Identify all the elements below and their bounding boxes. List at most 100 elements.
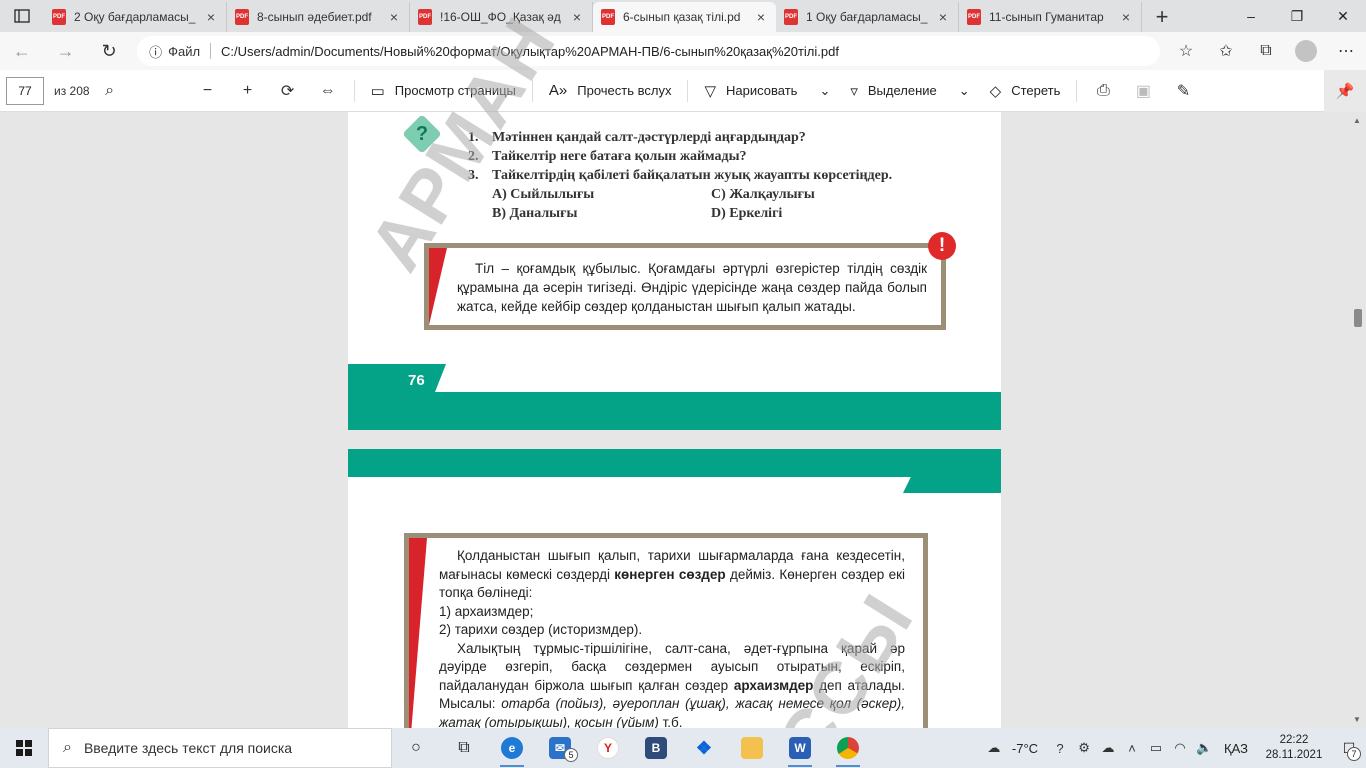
pin-toolbar-icon[interactable]: 📌 xyxy=(1324,69,1366,112)
chevron-down-icon[interactable]: ⌄ xyxy=(819,83,830,99)
chrome-app[interactable] xyxy=(824,728,872,768)
save-icon[interactable]: ▣ xyxy=(1123,75,1163,107)
rotate-icon[interactable]: ⟳ xyxy=(268,75,308,107)
browser-tab[interactable]: PDF 1 Оқу бағдарламасы_ × xyxy=(776,2,959,32)
footer-tab xyxy=(348,364,446,394)
tab-close-icon[interactable]: × xyxy=(387,9,401,25)
save-as-icon[interactable]: ✎ xyxy=(1163,75,1203,107)
minimize-icon[interactable]: – xyxy=(1228,0,1274,32)
chrome-icon xyxy=(837,737,859,759)
tab-close-icon[interactable]: × xyxy=(1119,9,1133,25)
tab-actions-icon[interactable] xyxy=(0,0,44,32)
print-icon[interactable]: ⎙ xyxy=(1083,75,1123,107)
vk-app[interactable]: B xyxy=(632,728,680,768)
fit-width-icon[interactable]: ⇔ xyxy=(308,75,348,107)
erase-button[interactable]: ◇ Стереть xyxy=(980,75,1071,107)
page-number-input[interactable]: 77 xyxy=(6,76,44,105)
collections-icon[interactable]: ⧉ xyxy=(1246,35,1286,67)
info-icon[interactable]: ⓘ xyxy=(149,42,162,61)
browser-tab[interactable]: PDF 11-сынып Гуманитар × xyxy=(959,2,1142,32)
chevron-up-icon[interactable]: ˄ xyxy=(1120,741,1144,756)
option-c: С) Жалқаулығы xyxy=(711,187,815,202)
option-a: А) Сыйлылығы xyxy=(492,187,595,202)
pdf-viewer[interactable]: ? 1. Мәтіннен қандай салт-дәстүрлерді аң… xyxy=(0,112,1366,728)
browser-tab[interactable]: PDF 8-сынып әдебиет.pdf × xyxy=(227,2,410,32)
word-app[interactable]: W xyxy=(776,728,824,768)
dropbox-app[interactable]: ❖ xyxy=(680,728,728,768)
draw-button[interactable]: ▽ Нарисовать ⌄ xyxy=(694,75,840,107)
pdf-page-76: ? 1. Мәтіннен қандай салт-дәстүрлерді аң… xyxy=(348,112,1001,430)
language-indicator[interactable]: ҚАЗ xyxy=(1224,741,1248,756)
network-adapter-icon[interactable]: ⚙ xyxy=(1072,740,1096,756)
vertical-scrollbar[interactable]: ▲ ▼ xyxy=(1350,112,1366,728)
scroll-up-icon[interactable]: ▲ xyxy=(1353,116,1361,125)
help-icon[interactable]: ? xyxy=(1048,741,1072,756)
highlight-label: Выделение xyxy=(867,83,937,98)
chevron-down-icon[interactable]: ⌄ xyxy=(959,83,970,99)
tab-label: 1 Оқу бағдарламасы_ xyxy=(806,10,928,24)
highlight-button[interactable]: ▿ Выделение ⌄ xyxy=(840,75,979,107)
mail-app[interactable]: ✉ 5 xyxy=(536,728,584,768)
favorites-icon[interactable]: ✩ xyxy=(1206,35,1246,67)
info-text: Тіл – қоғамдық құбылыс. Қоғамдағы әртүрл… xyxy=(457,259,927,316)
url-text: C:/Users/admin/Documents/Новый%20формат/… xyxy=(221,43,839,59)
search-icon: ⌕ xyxy=(63,739,72,756)
start-button[interactable] xyxy=(0,728,48,768)
profile-avatar[interactable] xyxy=(1294,40,1317,62)
pdf-file-icon: PDF xyxy=(601,9,615,25)
search-icon[interactable]: ⌕ xyxy=(90,75,130,107)
definition-box: Қолданыстан шығып қалып, тарихи шығармал… xyxy=(404,533,928,728)
cortana-icon[interactable]: ○ xyxy=(392,728,440,768)
examples-label: Мысалы: xyxy=(439,696,502,711)
tab-close-icon[interactable]: × xyxy=(204,9,218,25)
read-aloud-button[interactable]: A» Прочесть вслух xyxy=(539,75,682,107)
task-view-icon[interactable]: ⧉ xyxy=(440,728,488,768)
notifications-icon[interactable]: ☐ 7 xyxy=(1332,728,1366,768)
page-view-button[interactable]: ▭ Просмотр страницы xyxy=(361,75,526,107)
new-tab-icon[interactable]: + xyxy=(1142,2,1182,32)
zoom-out-icon[interactable]: − xyxy=(188,75,228,107)
browser-tab[interactable]: PDF !16-ОШ_ФО_Қазақ әд × xyxy=(410,2,593,32)
volume-icon[interactable]: 🔈 xyxy=(1192,740,1216,756)
browser-tab[interactable]: PDF 2 Оқу бағдарламасы_ × xyxy=(44,2,227,32)
draw-label: Нарисовать xyxy=(726,83,798,98)
temperature[interactable]: -7°C xyxy=(1012,741,1038,756)
refresh-icon[interactable]: ↻ xyxy=(87,33,131,69)
question-text: Тайкелтір неге батаға қолын жаймады? xyxy=(492,149,747,164)
scroll-down-icon[interactable]: ▼ xyxy=(1353,715,1361,724)
edge-app[interactable]: e xyxy=(488,728,536,768)
system-tray: ☁ -7°C ? ⚙ ☁ ˄ ▭ ◠ 🔈 ҚАЗ 22:22 28.11.202… xyxy=(982,728,1366,768)
scroll-thumb[interactable] xyxy=(1354,309,1362,327)
divider xyxy=(1076,79,1078,102)
url-input[interactable]: ⓘ Файл C:/Users/admin/Documents/Новый%20… xyxy=(137,36,1160,66)
close-window-icon[interactable]: ✕ xyxy=(1320,0,1366,32)
folder-icon xyxy=(741,737,763,759)
info-paragraph: Тіл – қоғамдық құбылыс. Қоғамдағы әртүрл… xyxy=(457,261,927,314)
pdf-file-icon: PDF xyxy=(52,9,66,25)
eraser-icon: ◇ xyxy=(989,82,1002,100)
wifi-icon[interactable]: ◠ xyxy=(1168,740,1192,756)
word-icon: W xyxy=(789,737,811,759)
tab-close-icon[interactable]: × xyxy=(754,9,768,25)
forward-icon[interactable]: → xyxy=(44,33,88,69)
draw-icon: ▽ xyxy=(704,82,717,100)
onedrive-icon[interactable]: ☁ xyxy=(1096,740,1120,756)
page-total: из 208 xyxy=(54,83,90,98)
more-icon[interactable]: ⋯ xyxy=(1326,35,1366,67)
tab-close-icon[interactable]: × xyxy=(936,9,950,25)
zoom-in-icon[interactable]: + xyxy=(228,75,268,107)
file-explorer-app[interactable] xyxy=(728,728,776,768)
yandex-app[interactable]: Y xyxy=(584,728,632,768)
tab-close-icon[interactable]: × xyxy=(570,9,584,25)
clock[interactable]: 22:22 28.11.2021 xyxy=(1256,733,1332,763)
weather-icon[interactable]: ☁ xyxy=(982,740,1006,756)
taskbar-search[interactable]: ⌕ Введите здесь текст для поиска xyxy=(48,728,392,768)
page-number: 76 xyxy=(408,372,425,389)
mail-badge: 5 xyxy=(564,748,578,762)
add-favorite-icon[interactable]: ☆ xyxy=(1166,35,1206,67)
browser-tab-active[interactable]: PDF 6-сынып қазақ тілі.pd × xyxy=(593,2,776,32)
restore-icon[interactable]: ❐ xyxy=(1274,0,1320,32)
back-icon[interactable]: ← xyxy=(0,33,44,69)
question-number: 3. xyxy=(468,168,479,183)
battery-icon[interactable]: ▭ xyxy=(1144,740,1168,756)
